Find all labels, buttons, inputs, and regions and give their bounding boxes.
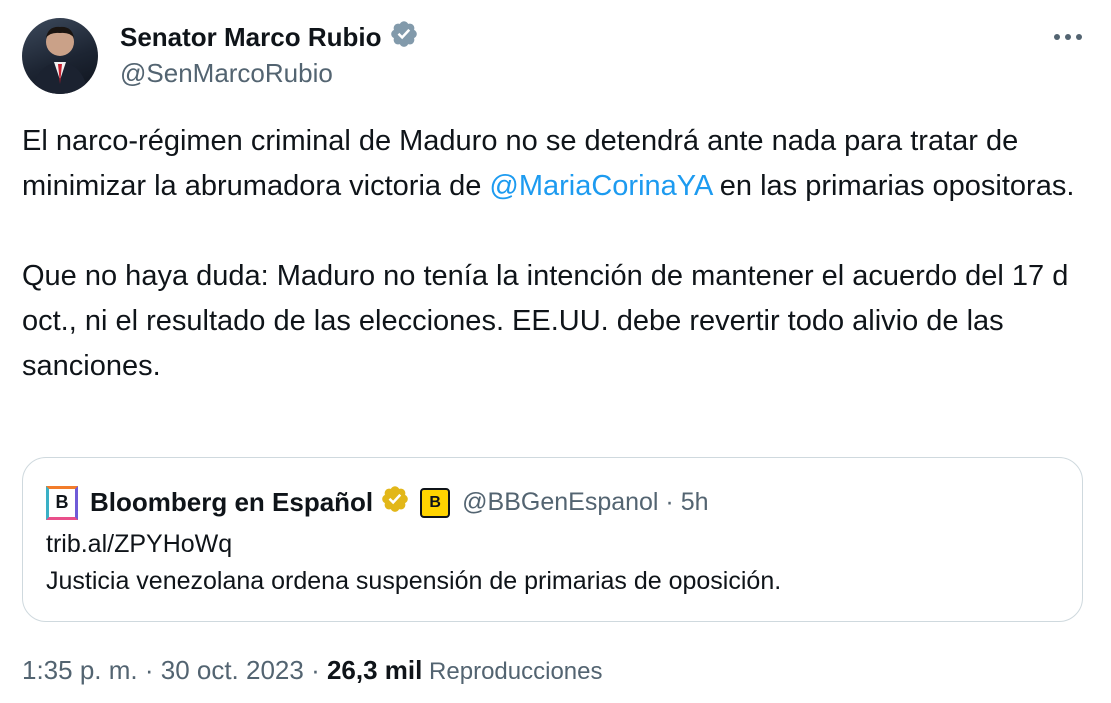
tweet-metadata: 1:35 p. m. · 30 oct. 2023 · 26,3 mil Rep… [22,655,602,686]
avatar-photo [32,26,88,94]
tweet-text-part-2: en las primarias opositoras. [711,170,1075,202]
meta-separator-2: · [303,655,327,685]
verified-badge-icon [389,19,419,56]
tweet-date[interactable]: 30 oct. 2023 [161,655,304,685]
gold-verified-badge-icon [380,484,410,521]
author-name-text: Senator Marco Rubio [120,22,382,52]
tweet-paragraph-2: Que no haya duda: Maduro no tenía la int… [22,260,1069,382]
affiliate-badge-icon[interactable]: B [420,487,451,518]
meta-separator: · [137,655,161,685]
dot-separator: · [658,488,681,516]
mention-link[interactable]: @MariaCorinaYA [489,170,711,202]
quoted-tweet[interactable]: B Bloomberg en Español B @BBGenEspanol ·… [22,457,1083,622]
author-avatar[interactable] [22,18,98,94]
author-handle[interactable]: @SenMarcoRubio [120,58,333,89]
quoted-author-name[interactable]: Bloomberg en Español [90,487,373,518]
tweet-time[interactable]: 1:35 p. m. [22,655,138,685]
quoted-text: Justicia venezolana ordena suspensión de… [46,567,782,595]
views-label: Reproducciones [422,658,603,685]
quoted-author-handle[interactable]: @BBGenEspanol [462,488,658,517]
views-count[interactable]: 26,3 mil [327,655,422,685]
quoted-link-text: trib.al/ZPYHoWq [46,530,233,558]
quoted-timestamp[interactable]: 5h [681,488,709,517]
quoted-avatar[interactable]: B [46,485,78,520]
quoted-tweet-header: B Bloomberg en Español B @BBGenEspanol ·… [46,484,709,521]
tweet-text: El narco-régimen criminal de Maduro no s… [22,119,1087,389]
more-options-icon[interactable] [1046,22,1090,52]
tweet-paragraph-1: El narco-régimen criminal de Maduro no s… [22,119,1087,209]
author-name[interactable]: Senator Marco Rubio [120,19,419,56]
